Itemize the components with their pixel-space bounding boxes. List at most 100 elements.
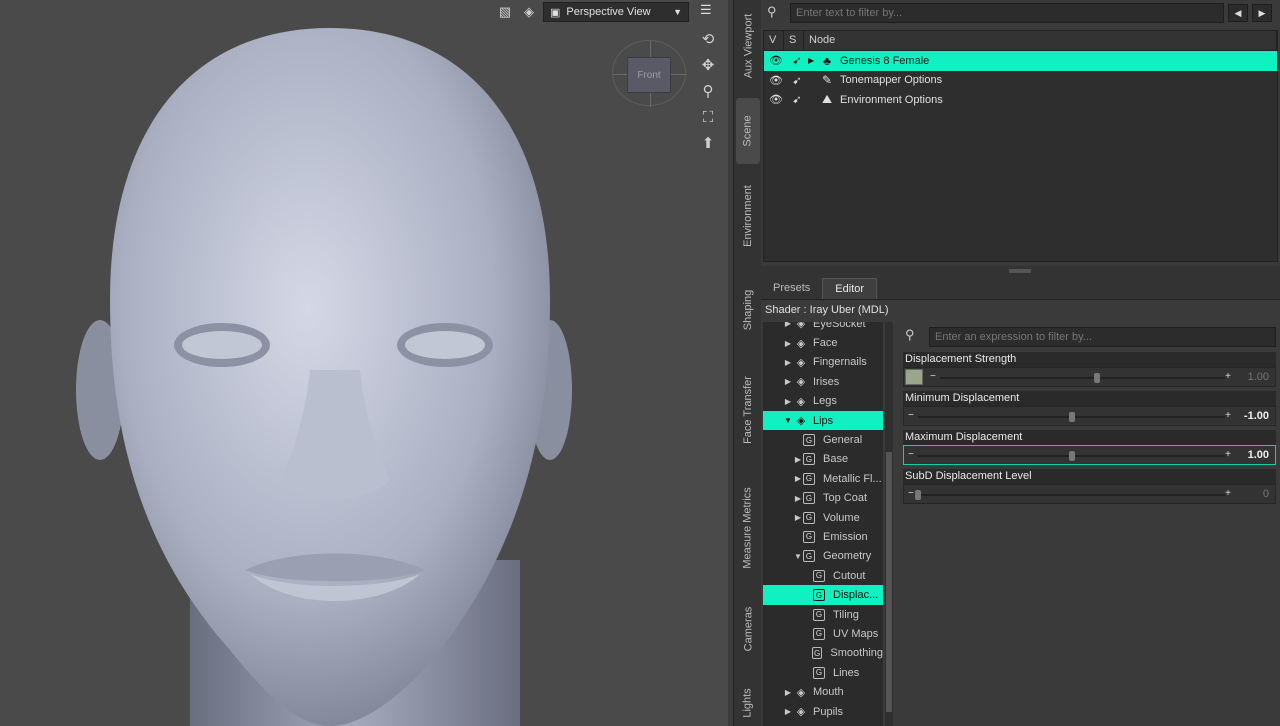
property-value[interactable]: 0 xyxy=(1263,488,1269,500)
expand-arrow-icon[interactable]: ▼ xyxy=(793,552,803,561)
material-item[interactable]: ▶ ◈ Pupils xyxy=(763,702,883,721)
property-slider[interactable]: − +0 xyxy=(903,484,1276,504)
decrement-icon[interactable]: − xyxy=(908,410,914,421)
expand-arrow-icon[interactable]: ▶ xyxy=(793,455,803,464)
scene-node-row[interactable]: 👁 ➹ ✎ Tonemapper Options xyxy=(764,71,1277,91)
next-arrow-icon[interactable]: ▶ xyxy=(1252,4,1272,22)
material-item[interactable]: G General xyxy=(763,430,883,449)
slider-knob[interactable] xyxy=(915,490,921,500)
scene-filter-input[interactable] xyxy=(790,3,1224,23)
material-item[interactable]: ▶ ◈ Legs xyxy=(763,392,883,411)
property-filter-input[interactable] xyxy=(929,327,1276,347)
eye-icon[interactable]: 👁 xyxy=(766,93,786,106)
increment-icon[interactable]: + xyxy=(1225,449,1231,460)
property-slider[interactable]: − +1.00 xyxy=(903,445,1276,465)
material-item[interactable]: G Lines xyxy=(763,663,883,682)
eye-icon[interactable]: 👁 xyxy=(766,54,786,67)
material-item[interactable]: ▶ ◈ Face xyxy=(763,333,883,352)
pane-splitter[interactable] xyxy=(761,266,1280,278)
col-node[interactable]: Node xyxy=(804,31,1277,50)
view-select[interactable]: ▣ Perspective View ▼ xyxy=(543,2,689,22)
slider-track[interactable] xyxy=(940,373,1225,383)
tab-face-transfer[interactable]: Face Transfer xyxy=(736,364,760,456)
render-mode-icon[interactable]: ▧ xyxy=(495,2,515,22)
material-item[interactable]: ▶ ◈ Fingernails xyxy=(763,353,883,372)
expand-arrow-icon[interactable]: ▶ xyxy=(783,358,793,367)
prev-arrow-icon[interactable]: ◀ xyxy=(1228,4,1248,22)
col-selectable[interactable]: S xyxy=(784,31,804,50)
property-slider[interactable]: − +1.00 xyxy=(903,367,1276,387)
material-item[interactable]: G Smoothing xyxy=(763,644,883,663)
expand-arrow-icon[interactable]: ▼ xyxy=(783,416,793,425)
tab-lights[interactable]: Lights xyxy=(736,680,760,726)
slider-track[interactable] xyxy=(915,490,1225,500)
material-item[interactable]: ▶ G Volume xyxy=(763,508,883,527)
nav-cube[interactable]: Front xyxy=(612,40,687,107)
zoom-icon[interactable]: ⚲ xyxy=(698,80,718,102)
expand-arrow-icon[interactable]: ▶ xyxy=(783,377,793,386)
select-arrow-icon[interactable]: ➹ xyxy=(786,54,808,67)
viewport-menu-icon[interactable]: ☰ xyxy=(700,2,718,20)
material-item[interactable]: ▶ ◈ EyeSocket xyxy=(763,322,883,333)
tab-shaping[interactable]: Shaping xyxy=(736,272,760,348)
tab-environment[interactable]: Environment xyxy=(736,176,760,256)
slider-knob[interactable] xyxy=(1068,451,1075,461)
scene-node-row[interactable]: 👁 ➹ ⛰ Environment Options xyxy=(764,90,1277,110)
scene-node-row[interactable]: 👁 ➹ ▶ ♣ Genesis 8 Female xyxy=(764,51,1277,71)
expand-arrow-icon[interactable]: ▶ xyxy=(808,56,818,65)
expand-arrow-icon[interactable]: ▶ xyxy=(783,397,793,406)
property-value[interactable]: -1.00 xyxy=(1244,410,1269,422)
tab-presets[interactable]: Presets xyxy=(761,278,822,299)
expand-arrow-icon[interactable]: ▶ xyxy=(793,494,803,503)
material-item[interactable]: ▶ G Base xyxy=(763,450,883,469)
expand-arrow-icon[interactable]: ▶ xyxy=(793,474,803,483)
reset-view-icon[interactable]: ⬆ xyxy=(698,132,718,154)
slider-track[interactable] xyxy=(918,412,1225,422)
slider-track[interactable] xyxy=(918,451,1225,461)
col-visible[interactable]: V xyxy=(764,31,784,50)
draw-style-icon[interactable]: ◈ xyxy=(519,2,539,22)
material-item[interactable]: ▶ ◈ Mouth xyxy=(763,682,883,701)
expand-arrow-icon[interactable]: ▶ xyxy=(783,322,793,328)
tab-aux-viewport[interactable]: Aux Viewport xyxy=(736,6,760,86)
increment-icon[interactable]: + xyxy=(1225,488,1231,499)
property-control[interactable]: Displacement Strength − +1.00 xyxy=(903,352,1276,389)
decrement-icon[interactable]: − xyxy=(908,488,914,499)
property-control[interactable]: Minimum Displacement − + -1.00 xyxy=(903,391,1276,428)
select-arrow-icon[interactable]: ➹ xyxy=(786,74,808,87)
material-item[interactable]: G Cutout xyxy=(763,566,883,585)
property-control[interactable]: SubD Displacement Level − +0 xyxy=(903,469,1276,506)
tab-scene[interactable]: Scene xyxy=(736,98,760,164)
increment-icon[interactable]: + xyxy=(1225,410,1231,421)
material-item[interactable]: G Emission xyxy=(763,527,883,546)
expand-arrow-icon[interactable]: ▶ xyxy=(783,707,793,716)
decrement-icon[interactable]: − xyxy=(930,371,936,382)
select-arrow-icon[interactable]: ➹ xyxy=(786,93,808,106)
texture-swatch[interactable] xyxy=(905,369,923,385)
material-tree-scrollbar[interactable] xyxy=(885,322,893,726)
tab-cameras[interactable]: Cameras xyxy=(736,596,760,662)
material-item[interactable]: ▶ ◈ Irises xyxy=(763,372,883,391)
expand-arrow-icon[interactable]: ▶ xyxy=(793,513,803,522)
expand-arrow-icon[interactable]: ▶ xyxy=(783,688,793,697)
material-item[interactable]: G Displac... xyxy=(763,585,883,605)
tab-editor[interactable]: Editor xyxy=(822,278,878,299)
viewport[interactable]: ▧ ◈ ▣ Perspective View ▼ ☰ Front ⟲ ✥ ⚲ ⛶… xyxy=(0,0,728,726)
slider-knob[interactable] xyxy=(1068,412,1075,422)
property-value[interactable]: 1.00 xyxy=(1248,371,1269,383)
eye-icon[interactable]: 👁 xyxy=(766,74,786,87)
material-item[interactable]: G UV Maps xyxy=(763,624,883,643)
slider-knob[interactable] xyxy=(1093,373,1100,383)
property-slider[interactable]: − + -1.00 xyxy=(903,406,1276,426)
scroll-thumb[interactable] xyxy=(886,452,892,712)
property-value[interactable]: 1.00 xyxy=(1248,449,1269,461)
orbit-icon[interactable]: ⟲ xyxy=(698,28,718,50)
frame-icon[interactable]: ⛶ xyxy=(698,106,718,128)
pan-icon[interactable]: ✥ xyxy=(698,54,718,76)
material-item[interactable]: ▼ ◈ Lips xyxy=(763,410,883,431)
decrement-icon[interactable]: − xyxy=(908,449,914,460)
expand-arrow-icon[interactable]: ▶ xyxy=(783,339,793,348)
increment-icon[interactable]: + xyxy=(1225,371,1231,382)
material-item[interactable]: ▼ G Geometry xyxy=(763,547,883,566)
splitter-grip[interactable] xyxy=(1009,269,1031,273)
